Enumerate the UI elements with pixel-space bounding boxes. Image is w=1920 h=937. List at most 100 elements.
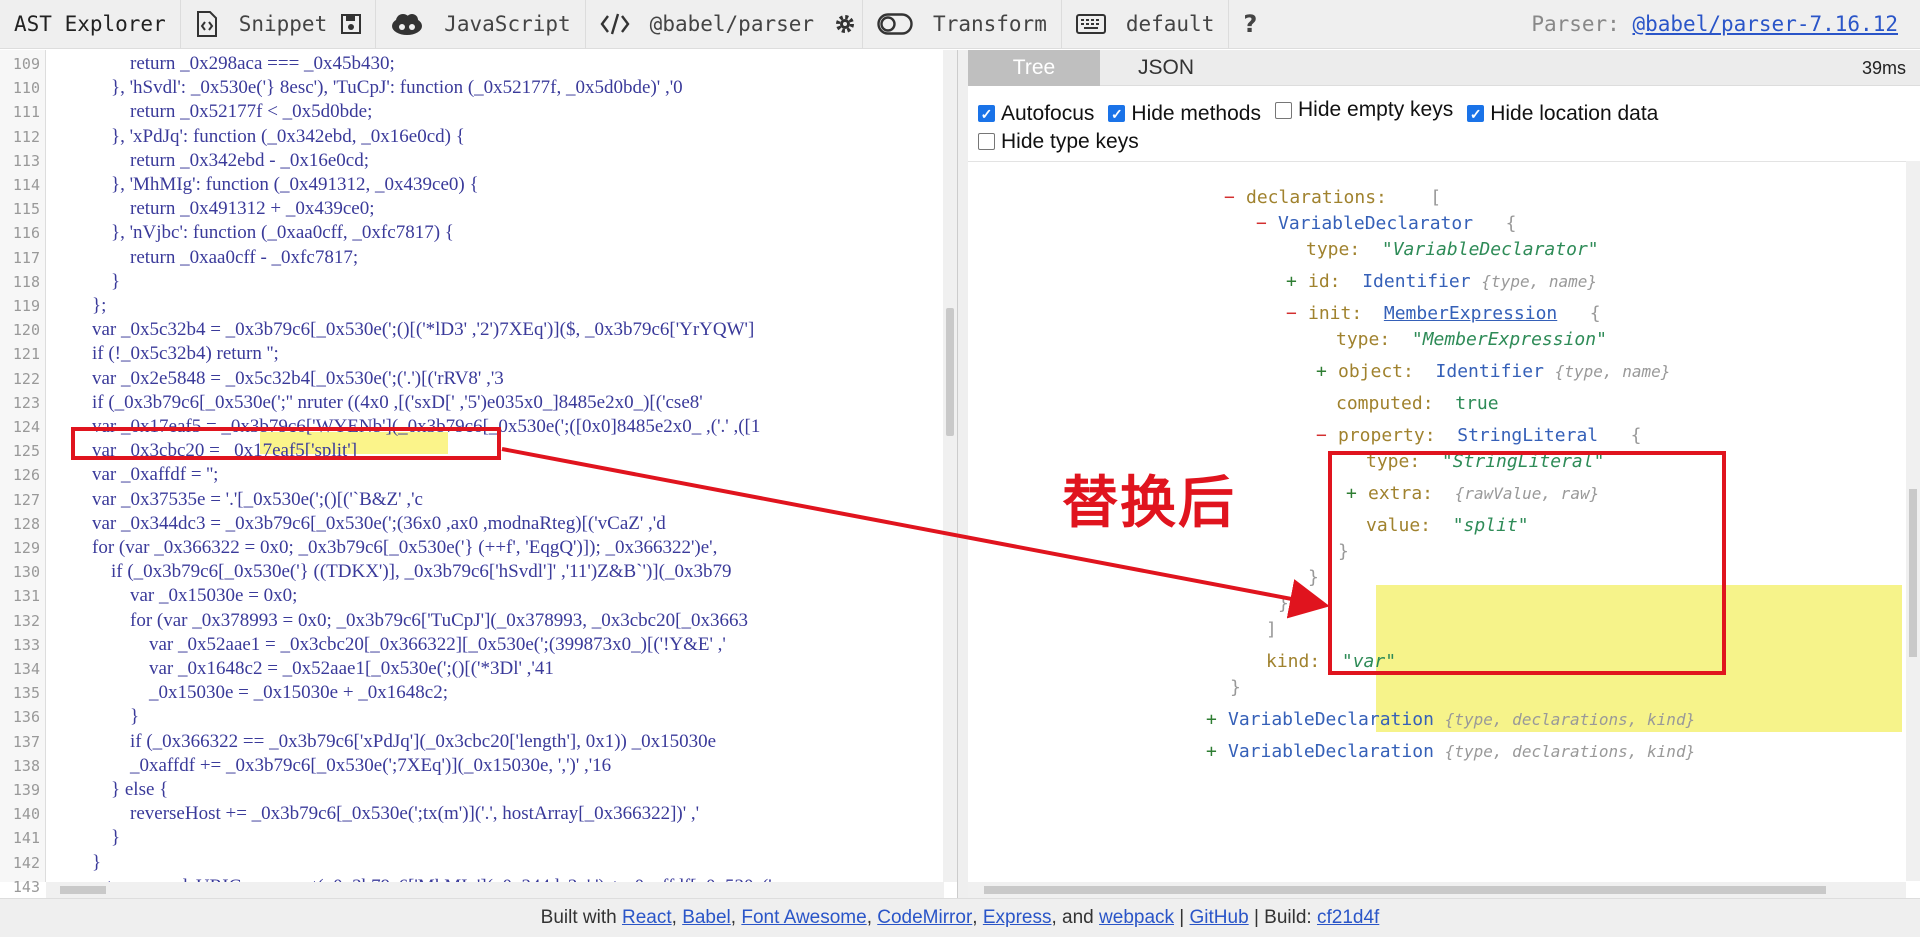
option-hide-location-data[interactable]: Hide location data — [1467, 100, 1658, 128]
code-line[interactable]: 121 if (!_0x5c32b4) return ''; — [0, 342, 957, 366]
footer-link-react[interactable]: React — [622, 907, 672, 929]
footer-prefix: Built with — [540, 907, 617, 928]
tab-tree[interactable]: Tree — [968, 50, 1100, 86]
code-line[interactable]: 137 if (_0x366322 == _0x3b79c6['xPdJq'](… — [0, 730, 957, 754]
pane-splitter[interactable] — [958, 50, 968, 898]
expand-toggle[interactable]: + — [1206, 708, 1228, 732]
collapse-toggle[interactable]: − — [1256, 212, 1278, 236]
code-line[interactable]: 141 } — [0, 826, 957, 850]
line-text: if (_0x3b79c6[_0x530e('} ((TDKX')], _0x3… — [92, 561, 732, 583]
line-text: if (_0x366322 == _0x3b79c6['xPdJq'](_0x3… — [92, 730, 717, 752]
option-hide-empty-keys[interactable]: Hide empty keys — [1274, 96, 1453, 124]
code-line[interactable]: 126 var _0xaffdf = ''; — [0, 463, 957, 487]
save-button[interactable] — [341, 0, 375, 49]
footer-link-babel[interactable]: Babel — [682, 907, 731, 929]
editor-vertical-scrollbar[interactable] — [943, 50, 957, 882]
collapse-toggle[interactable]: − — [1316, 424, 1338, 448]
code-line[interactable]: 115 return _0x491312 + _0x439ce0; — [0, 197, 957, 221]
code-line[interactable]: 134 var _0x1648c2 = _0x52aae1[_0x530e(';… — [0, 657, 957, 681]
hide-empty-keys-checkbox[interactable] — [1274, 101, 1292, 119]
code-line[interactable]: 136 } — [0, 705, 957, 729]
hide-methods-checkbox[interactable] — [1108, 105, 1126, 122]
code-line[interactable]: 111 return _0x52177f < _0x5d0bde; — [0, 100, 957, 124]
code-editor[interactable]: 109 return _0x298aca === _0x45b430; 110 }… — [0, 50, 958, 898]
settings-button[interactable] — [828, 0, 862, 49]
tree-node-property[interactable]: − property: StringLiteral { — [1316, 424, 1641, 448]
language-select[interactable]: JavaScript — [375, 0, 584, 49]
code-line[interactable]: 118 } — [0, 270, 957, 294]
option-autofocus[interactable]: Autofocus — [978, 100, 1094, 128]
code-line[interactable]: 119}; — [0, 294, 957, 318]
line-number: 119 — [12, 297, 40, 315]
code-line[interactable]: 129 for (var _0x366322 = 0x0; _0x3b79c6[_… — [0, 536, 957, 560]
code-line[interactable]: 128 var _0x344dc3 = _0x3b79c6[_0x530e(';(… — [0, 512, 957, 536]
expand-toggle[interactable]: + — [1316, 360, 1338, 384]
keymap-select[interactable]: default — [1060, 0, 1229, 49]
expand-toggle[interactable]: + — [1206, 740, 1228, 764]
collapse-toggle[interactable]: − — [1224, 186, 1246, 210]
code-line[interactable]: 109 return _0x298aca === _0x45b430; — [0, 52, 957, 76]
annotation-box-tree — [1328, 451, 1726, 675]
line-text: } — [92, 827, 121, 849]
code-line[interactable]: 113 return _0x342ebd - _0x16e0cd; — [0, 149, 957, 173]
parser-version-link[interactable]: @babel/parser-7.16.12 — [1632, 12, 1898, 36]
footer-link-font-awesome[interactable]: Font Awesome — [741, 907, 866, 929]
hide-type-keys-checkbox[interactable] — [978, 133, 995, 150]
expand-toggle[interactable]: + — [1286, 270, 1308, 294]
tree-node-declarations[interactable]: − declarations: [ — [1224, 186, 1441, 210]
tree-node-object[interactable]: + object: Identifier {type, name} — [1316, 360, 1670, 384]
code-line[interactable]: 120 var _0x5c32b4 = _0x3b79c6[_0x530e(';(… — [0, 318, 957, 342]
code-line[interactable]: 122 var _0x2e5848 = _0x5c32b4[_0x530e(';(… — [0, 367, 957, 391]
footer-build-hash[interactable]: cf21d4f — [1317, 907, 1379, 929]
tree-node-variable-declarator[interactable]: − VariableDeclarator { — [1256, 212, 1516, 236]
code-line[interactable]: 114 }, 'MhMIg': function (_0x491312, _0x… — [0, 173, 957, 197]
option-hide-methods[interactable]: Hide methods — [1108, 100, 1261, 128]
help-button[interactable]: ? — [1228, 0, 1271, 49]
code-line[interactable]: 110 }, 'hSvdl': _0x530e('} 8esc'), 'TuCp… — [0, 76, 957, 100]
footer-link-codemirror[interactable]: CodeMirror — [877, 907, 972, 929]
code-line[interactable]: 138 _0xaffdf += _0x3b79c6[_0x530e(';7XEq… — [0, 754, 957, 778]
tree-vertical-scrollbar[interactable] — [1906, 161, 1920, 881]
code-line[interactable]: 131 var _0x15030e = 0x0; — [0, 584, 957, 608]
snippet-button[interactable]: Snippet — [179, 0, 342, 49]
line-number: 123 — [12, 393, 40, 412]
editor-horizontal-scrollbar[interactable] — [46, 882, 944, 898]
footer-link-github[interactable]: GitHub — [1190, 907, 1249, 929]
tree-node-init[interactable]: − init: MemberExpression { — [1286, 302, 1601, 326]
tree-node-variable-declaration[interactable]: + VariableDeclaration {type, declarations… — [1206, 740, 1695, 764]
code-line[interactable]: 127 var _0x37535e = '.'[_0x530e(';()[('`B… — [0, 488, 957, 512]
tree-prop-type: type: "MemberExpression" — [1336, 329, 1607, 350]
code-line[interactable]: 132 for (var _0x378993 = 0x0; _0x3b79c6[… — [0, 609, 957, 633]
footer-link-webpack[interactable]: webpack — [1099, 907, 1174, 929]
line-number: 131 — [12, 587, 40, 606]
collapse-toggle[interactable]: − — [1286, 302, 1308, 326]
code-line[interactable]: 117 return _0xaa0cff - _0xfc7817; — [0, 246, 957, 270]
line-text: for (var _0x378993 = 0x0; _0x3b79c6['TuC… — [92, 609, 748, 631]
code-line[interactable]: 116 }, 'nVjbc': function (_0xaa0cff, _0x… — [0, 221, 957, 245]
code-line[interactable]: 130 if (_0x3b79c6[_0x530e('} ((TDKX')], … — [0, 560, 957, 584]
code-line[interactable]: 133 var _0x52aae1 = _0x3cbc20[_0x366322]… — [0, 633, 957, 657]
code-icon — [600, 13, 630, 35]
footer-link-express[interactable]: Express — [983, 907, 1052, 929]
code-line[interactable]: 123 if (_0x3b79c6[_0x530e(';'' nruter ((4… — [0, 391, 957, 415]
code-file-icon — [196, 11, 217, 37]
hide-location-data-checkbox[interactable] — [1467, 105, 1485, 122]
save-icon — [341, 14, 362, 34]
code-line[interactable]: 139 } else { — [0, 778, 957, 802]
output-tabs: Tree JSON 39ms — [968, 50, 1920, 86]
transform-toggle[interactable]: Transform — [862, 0, 1061, 49]
parser-info: Parser: @babel/parser-7.16.12 — [1531, 12, 1920, 36]
parser-select[interactable]: @babel/parser — [584, 0, 828, 49]
tree-horizontal-scrollbar[interactable] — [968, 882, 1906, 898]
code-line[interactable]: 142} — [0, 851, 957, 875]
tree-node-variable-declaration[interactable]: + VariableDeclaration {type, declarations… — [1206, 708, 1695, 732]
tree-node-id[interactable]: + id: Identifier {type, name} — [1286, 270, 1597, 294]
option-hide-type-keys[interactable]: Hide type keys — [978, 128, 1139, 156]
code-line[interactable]: 135 _0x15030e = _0x15030e + _0x1648c2; — [0, 681, 957, 705]
code-line[interactable]: 140 reverseHost += _0x3b79c6[_0x530e(';t… — [0, 802, 957, 826]
code-line[interactable]: 112 }, 'xPdJq': function (_0x342ebd, _0x… — [0, 125, 957, 149]
tab-json[interactable]: JSON — [1100, 50, 1232, 86]
autofocus-checkbox[interactable] — [978, 105, 995, 122]
footer-and: and — [1062, 907, 1094, 928]
line-text: var _0x1648c2 = _0x52aae1[_0x530e(';()[(… — [92, 658, 554, 679]
